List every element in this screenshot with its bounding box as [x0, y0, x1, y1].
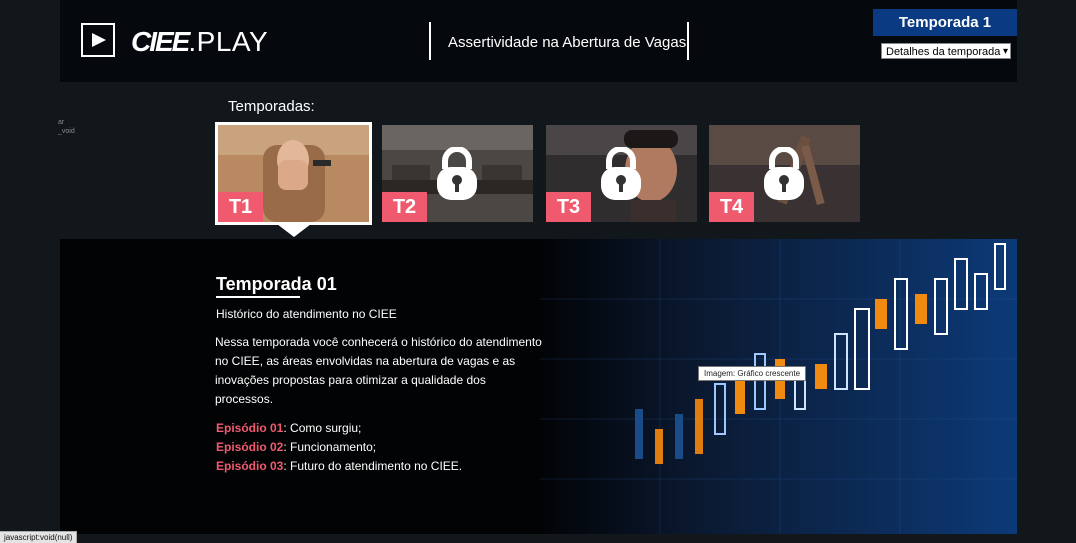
episode-label: Episódio 01 — [216, 421, 284, 435]
season-tag-t2: T2 — [382, 192, 427, 222]
brand-suffix: .PLAY — [188, 26, 269, 57]
page-fragment-text: ar _void — [58, 118, 75, 136]
course-title: Assertividade na Abertura de Vagas — [448, 34, 687, 51]
list-item[interactable]: Episódio 02: Funcionamento; — [216, 438, 462, 457]
episode-label: Episódio 02 — [216, 440, 284, 454]
episode-title: : Funcionamento; — [283, 440, 377, 454]
season-detail-subtitle: Histórico do atendimento no CIEE — [216, 307, 397, 321]
play-logo-icon[interactable] — [81, 23, 115, 57]
season-thumb-t2[interactable]: T2 — [382, 125, 533, 222]
fragment-line-1: ar — [58, 119, 65, 126]
list-item[interactable]: Episódio 03: Futuro do atendimento no CI… — [216, 457, 462, 476]
season-select-value: Detalhes da temporada — [886, 46, 1001, 58]
episode-list: Episódio 01: Como surgiu; Episódio 02: F… — [216, 419, 462, 476]
season-tag-t4: T4 — [709, 192, 754, 222]
lock-icon — [437, 147, 477, 200]
season-button[interactable]: Temporada 1 — [873, 9, 1017, 36]
season-tag-t1: T1 — [218, 192, 263, 222]
header-bar: CIEE.PLAY Assertividade na Abertura de V… — [60, 0, 1017, 82]
chevron-down-icon: ▾ — [1002, 46, 1008, 57]
episode-label: Episódio 03 — [216, 459, 284, 473]
list-item[interactable]: Episódio 01: Como surgiu; — [216, 419, 462, 438]
lock-icon — [601, 147, 641, 200]
episode-title: : Futuro do atendimento no CIEE. — [283, 459, 463, 473]
image-tooltip: Imagem: Gráfico crescente — [698, 366, 807, 381]
title-underline — [216, 296, 300, 298]
season-thumb-t1[interactable]: T1 — [215, 122, 372, 225]
seasons-label: Temporadas: — [228, 98, 315, 115]
status-bar-url: javascript:void(null) — [0, 531, 78, 543]
brand-name: CIEE — [131, 26, 190, 57]
episode-title: : Como surgiu; — [283, 421, 362, 435]
fragment-line-2: _void — [58, 128, 75, 135]
header-divider-right — [687, 22, 689, 60]
season-detail-description: Nessa temporada você conhecerá o históri… — [215, 335, 542, 406]
growth-chart-image — [540, 239, 1017, 534]
lock-icon — [764, 147, 804, 200]
season-thumb-t4[interactable]: T4 — [709, 125, 860, 222]
season-thumb-t3[interactable]: T3 — [546, 125, 697, 222]
selected-season-pointer — [277, 224, 311, 237]
header-divider-left — [429, 22, 431, 60]
season-details-select[interactable]: Detalhes da temporada ▾ — [881, 43, 1011, 59]
season-detail-title: Temporada 01 — [216, 274, 337, 294]
brand-logo[interactable]: CIEE.PLAY — [131, 26, 268, 58]
season-tag-t3: T3 — [546, 192, 591, 222]
